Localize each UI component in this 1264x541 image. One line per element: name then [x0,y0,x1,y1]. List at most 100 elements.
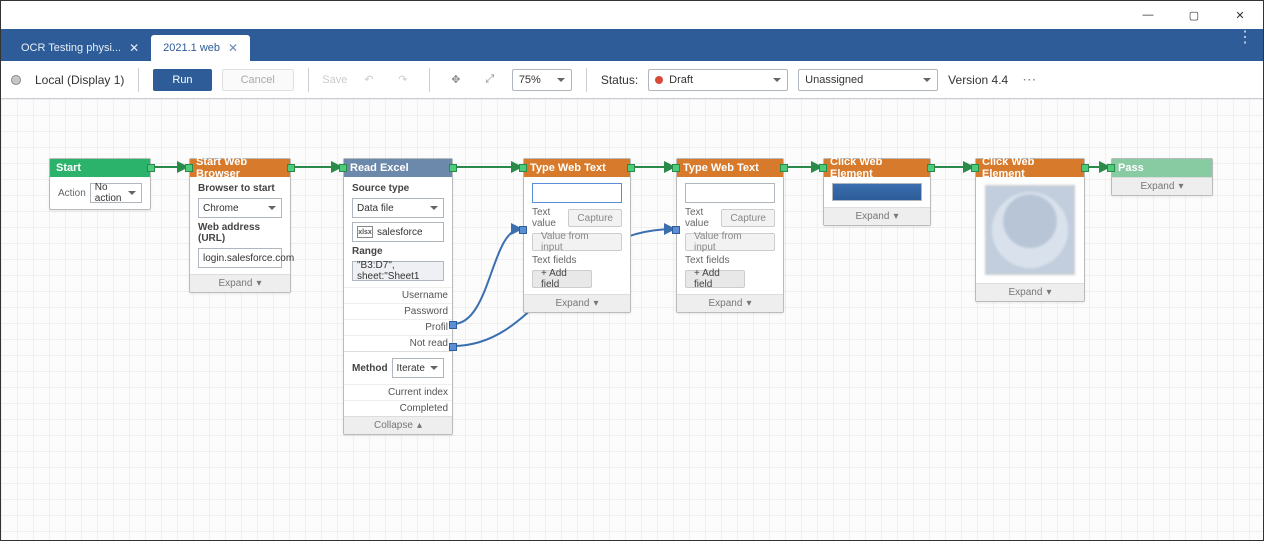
element-screenshot[interactable] [985,185,1075,275]
out-port[interactable] [627,164,635,172]
output-label: Username [402,290,448,301]
screenshot-preview[interactable] [532,183,622,203]
node-header: Click Web Element [976,159,1084,177]
method-select[interactable]: Iterate [392,358,444,378]
expand-label: Expand [709,298,743,309]
node-title: Start [56,162,81,174]
source-label: Source type [352,183,444,194]
more-menu[interactable]: ⋯ [1018,71,1042,88]
chevron-down-icon: ▾ [893,211,898,222]
node-start-web-browser[interactable]: Start Web Browser Browser to start Chrom… [189,158,291,293]
toolbar: Local (Display 1) Run Cancel Save ↶ ↷ ✥ … [1,61,1263,99]
data-in-port[interactable] [672,226,680,234]
in-port[interactable] [819,164,827,172]
range-value: "B3:D7", sheet:"Sheet1 [357,260,439,282]
data-in-port[interactable] [519,226,527,234]
output-label: Not read [410,338,448,349]
file-input[interactable]: xlsxsalesforce [352,222,444,242]
node-read-excel[interactable]: Read Excel Source type Data file xlsxsal… [343,158,453,435]
node-click-web-element-1[interactable]: Click Web Element Expand▾ [823,158,931,226]
output-current-index: Current index [344,384,452,400]
in-port[interactable] [185,164,193,172]
action-select[interactable]: No action [90,183,142,203]
status-select[interactable]: Draft [648,69,788,91]
close-icon: ✕ [1235,9,1244,22]
add-field-button[interactable]: + Add field [685,270,745,288]
collapse-toggle[interactable]: Collapse▴ [344,416,452,434]
version-label: Version 4.4 [948,73,1008,87]
output-completed: Completed [344,400,452,416]
save-button: Save [323,69,347,91]
cancel-label: Cancel [241,74,275,86]
node-type-web-text-2[interactable]: Type Web Text Text value Capture Value f… [676,158,784,313]
source-select[interactable]: Data file [352,198,444,218]
browser-select[interactable]: Chrome [198,198,282,218]
out-port[interactable] [780,164,788,172]
output-label: Password [404,306,448,317]
fit-button[interactable]: ⤢ [478,69,502,91]
value-from-input: Value from input [685,233,775,251]
minimize-button[interactable]: — [1125,1,1171,29]
data-port-username[interactable] [449,321,457,329]
node-type-web-text-1[interactable]: Type Web Text Text value Capture Value f… [523,158,631,313]
maximize-button[interactable]: ▢ [1171,1,1217,29]
close-tab-icon[interactable]: ✕ [129,41,139,55]
out-port[interactable] [449,164,457,172]
out-port[interactable] [927,164,935,172]
in-port[interactable] [672,164,680,172]
chevron-down-icon: ▾ [256,278,261,289]
close-tab-icon[interactable]: ✕ [228,41,238,55]
run-label: Run [172,74,192,86]
node-click-web-element-2[interactable]: Click Web Element Expand▾ [975,158,1085,302]
out-port[interactable] [287,164,295,172]
expand-label: Expand [556,298,590,309]
tab-2021-web[interactable]: 2021.1 web ✕ [151,35,250,61]
expand-icon: ⤢ [485,73,494,86]
browser-value: Chrome [203,203,239,214]
url-value: login.salesforce.com [203,253,294,264]
in-port[interactable] [1107,164,1115,172]
out-port[interactable] [1081,164,1089,172]
url-input[interactable]: login.salesforce.com [198,248,282,268]
in-port[interactable] [971,164,979,172]
close-button[interactable]: ✕ [1217,1,1263,29]
undo-icon: ↶ [364,73,373,86]
node-title: Click Web Element [982,156,1078,180]
expand-label: Expand [1141,181,1175,192]
output-label: Completed [400,403,448,414]
node-header: Type Web Text [524,159,630,177]
node-pass[interactable]: Pass Expand▾ [1111,158,1213,196]
pan-button[interactable]: ✥ [444,69,468,91]
node-header: Type Web Text [677,159,783,177]
redo-button: ↷ [391,69,415,91]
zoom-select[interactable]: 75% [512,69,572,91]
tab-menu-kebab[interactable]: ⋮ [1237,35,1253,41]
in-port[interactable] [339,164,347,172]
expand-toggle[interactable]: Expand▾ [976,283,1084,301]
output-profil: Profil [344,319,452,335]
expand-toggle[interactable]: Expand▾ [524,294,630,312]
element-screenshot[interactable] [832,183,922,201]
xlsx-icon: xlsx [357,226,373,238]
screenshot-preview[interactable] [685,183,775,203]
expand-label: Expand [1009,287,1043,298]
tab-ocr-testing[interactable]: OCR Testing physi... ✕ [9,35,151,61]
workflow-canvas[interactable]: Start Action No action Start Web Browser… [1,99,1263,540]
assignee-select[interactable]: Unassigned [798,69,938,91]
in-port[interactable] [519,164,527,172]
expand-toggle[interactable]: Expand▾ [824,207,930,225]
run-button[interactable]: Run [153,69,211,91]
range-input[interactable]: "B3:D7", sheet:"Sheet1 [352,261,444,281]
text-value-label: Text value [532,207,564,229]
expand-toggle[interactable]: Expand▾ [190,274,290,292]
add-field-button[interactable]: + Add field [532,270,592,288]
value-from-input-label: Value from input [694,231,766,253]
expand-toggle[interactable]: Expand▾ [677,294,783,312]
out-port[interactable] [147,164,155,172]
connection-indicator [11,75,21,85]
data-port-password[interactable] [449,343,457,351]
expand-toggle[interactable]: Expand▾ [1112,177,1212,195]
node-start[interactable]: Start Action No action [49,158,151,210]
zoom-value: 75% [519,74,541,86]
chevron-down-icon: ▾ [593,298,598,309]
